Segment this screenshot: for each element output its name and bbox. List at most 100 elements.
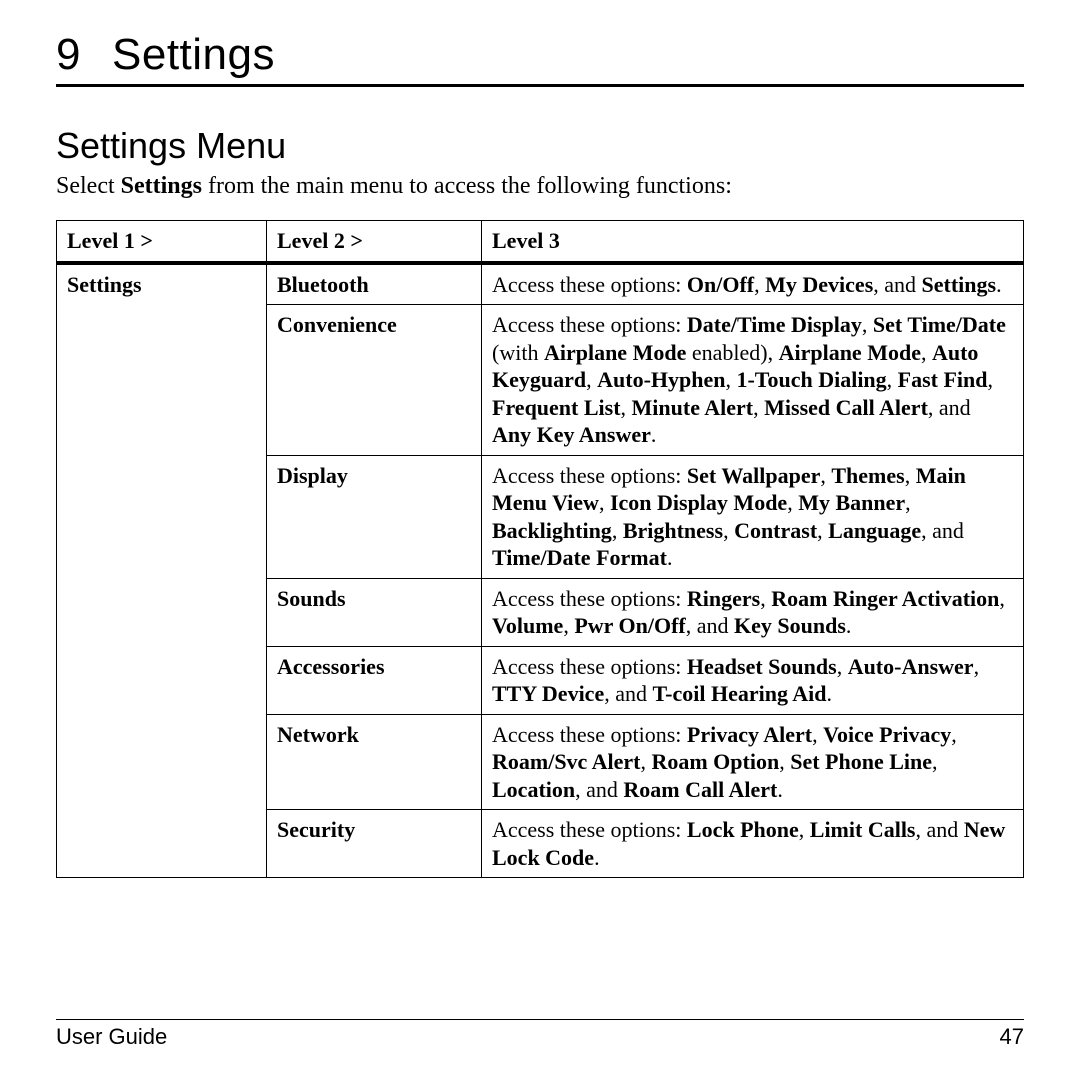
text-fragment: , xyxy=(905,463,916,488)
text-fragment: . xyxy=(996,272,1002,297)
text-fragment: , and xyxy=(686,613,734,638)
text-fragment: , xyxy=(817,518,828,543)
option-name: Language xyxy=(828,518,921,543)
cell-level2: Display xyxy=(267,455,482,578)
header-level1: Level 1 > xyxy=(57,221,267,263)
footer-right: 47 xyxy=(1000,1024,1024,1050)
text-fragment: . xyxy=(846,613,852,638)
option-name: My Devices xyxy=(765,272,873,297)
text-fragment: , and xyxy=(604,681,652,706)
text-fragment: , and xyxy=(921,518,964,543)
chapter-title: 9Settings xyxy=(56,30,1024,87)
footer-left: User Guide xyxy=(56,1024,167,1050)
text-fragment: , xyxy=(563,613,574,638)
text-fragment: , xyxy=(760,586,771,611)
text-fragment: . xyxy=(651,422,657,447)
option-name: Set Phone Line xyxy=(790,749,932,774)
option-name: Lock Phone xyxy=(687,817,799,842)
option-name: Any Key Answer xyxy=(492,422,651,447)
text-fragment: Access these options: xyxy=(492,272,687,297)
option-name: My Banner xyxy=(798,490,905,515)
option-name: Auto-Answer xyxy=(848,654,974,679)
option-name: Airplane Mode xyxy=(779,340,921,365)
text-fragment: , and xyxy=(575,777,623,802)
option-name: Privacy Alert xyxy=(687,722,812,747)
option-name: Minute Alert xyxy=(632,395,754,420)
text-fragment: , xyxy=(812,722,823,747)
page-footer: User Guide 47 xyxy=(56,1019,1024,1080)
option-name: Date/Time Display xyxy=(687,312,862,337)
text-fragment: Access these options: xyxy=(492,463,687,488)
text-fragment: , and xyxy=(916,817,964,842)
text-fragment: (with xyxy=(492,340,544,365)
option-name: Set Time/Date xyxy=(873,312,1006,337)
option-name: Contrast xyxy=(734,518,817,543)
cell-level3: Access these options: Privacy Alert, Voi… xyxy=(482,714,1024,810)
intro-bold: Settings xyxy=(121,173,202,199)
text-fragment: , xyxy=(905,490,911,515)
text-fragment: , xyxy=(951,722,957,747)
text-fragment: , xyxy=(723,518,734,543)
option-name: 1-Touch Dialing xyxy=(736,367,886,392)
text-fragment: , and xyxy=(873,272,921,297)
cell-level3: Access these options: Lock Phone, Limit … xyxy=(482,810,1024,878)
option-name: T-coil Hearing Aid xyxy=(652,681,826,706)
cell-level2: Sounds xyxy=(267,578,482,646)
option-name: Fast Find xyxy=(898,367,988,392)
cell-level2: Accessories xyxy=(267,646,482,714)
option-name: Airplane Mode xyxy=(544,340,686,365)
option-name: On/Off xyxy=(687,272,754,297)
option-name: Roam Option xyxy=(651,749,779,774)
text-fragment: , xyxy=(621,395,632,420)
option-name: Frequent List xyxy=(492,395,621,420)
text-fragment: , xyxy=(999,586,1005,611)
option-name: TTY Device xyxy=(492,681,604,706)
text-fragment: Access these options: xyxy=(492,654,687,679)
text-fragment: , xyxy=(586,367,597,392)
text-fragment: , xyxy=(612,518,623,543)
cell-level2: Convenience xyxy=(267,305,482,456)
text-fragment: . xyxy=(777,777,783,802)
text-fragment: , xyxy=(787,490,798,515)
cell-level2: Bluetooth xyxy=(267,263,482,305)
option-name: Set Wallpaper xyxy=(687,463,820,488)
option-name: Ringers xyxy=(687,586,760,611)
text-fragment: . xyxy=(667,545,673,570)
table-header-row: Level 1 > Level 2 > Level 3 xyxy=(57,221,1024,263)
option-name: Brightness xyxy=(623,518,723,543)
option-name: Missed Call Alert xyxy=(764,395,928,420)
text-fragment: , xyxy=(640,749,651,774)
text-fragment: , xyxy=(779,749,790,774)
text-fragment: , xyxy=(753,395,764,420)
text-fragment: , xyxy=(932,749,938,774)
text-fragment: Access these options: xyxy=(492,586,687,611)
option-name: Limit Calls xyxy=(810,817,916,842)
header-level3: Level 3 xyxy=(482,221,1024,263)
option-name: Themes xyxy=(831,463,904,488)
cell-level2: Network xyxy=(267,714,482,810)
cell-level3: Access these options: Ringers, Roam Ring… xyxy=(482,578,1024,646)
chapter-name: Settings xyxy=(112,30,275,79)
settings-table: Level 1 > Level 2 > Level 3 SettingsBlue… xyxy=(56,220,1024,878)
option-name: Icon Display Mode xyxy=(610,490,787,515)
option-name: Backlighting xyxy=(492,518,612,543)
text-fragment: enabled), xyxy=(686,340,778,365)
option-name: Location xyxy=(492,777,575,802)
text-fragment: , xyxy=(974,654,980,679)
option-name: Time/Date Format xyxy=(492,545,667,570)
intro-post: from the main menu to access the followi… xyxy=(202,173,732,199)
text-fragment: , xyxy=(754,272,765,297)
text-fragment: , and xyxy=(928,395,971,420)
intro-pre: Select xyxy=(56,173,121,199)
text-fragment: Access these options: xyxy=(492,817,687,842)
text-fragment: , xyxy=(725,367,736,392)
text-fragment: , xyxy=(599,490,610,515)
section-title: Settings Menu xyxy=(56,125,1024,167)
option-name: Roam/Svc Alert xyxy=(492,749,640,774)
cell-level1: Settings xyxy=(57,263,267,878)
text-fragment: , xyxy=(837,654,848,679)
text-fragment: , xyxy=(862,312,873,337)
option-name: Key Sounds xyxy=(734,613,846,638)
table-row: SettingsBluetoothAccess these options: O… xyxy=(57,263,1024,305)
chapter-number: 9 xyxy=(56,30,112,80)
